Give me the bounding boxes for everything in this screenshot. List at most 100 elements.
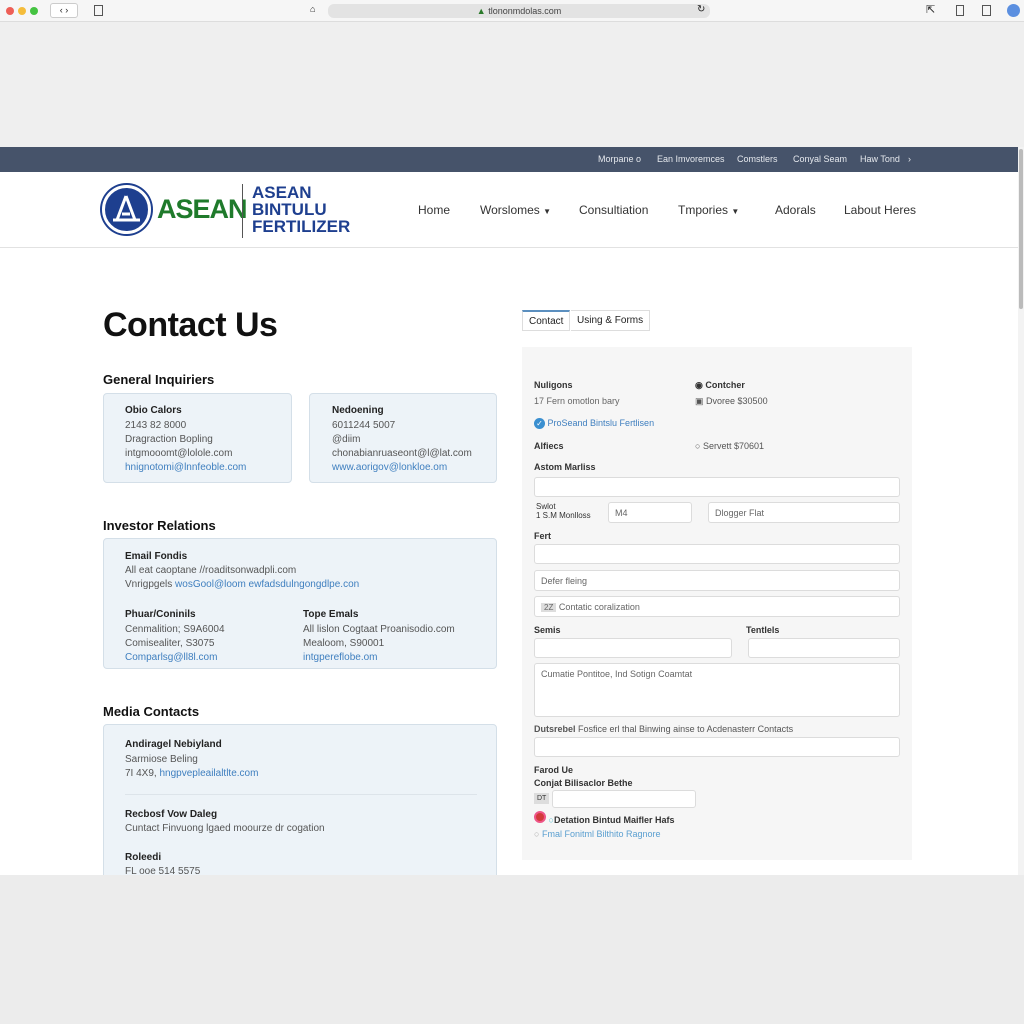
nav-worslomes[interactable]: Worslomes ▼ xyxy=(480,203,551,217)
tab-using-forms[interactable]: Using & Forms xyxy=(571,310,651,331)
nav-consultation[interactable]: Consultiation xyxy=(579,203,648,217)
text-input[interactable] xyxy=(534,544,900,564)
browser-toolbar: ‹ › ⌂ ▲ tlononmdolas.com ↻ ⇱ xyxy=(0,0,1024,22)
field-sublabel: 17 Fern omotlon bary xyxy=(534,396,620,406)
text-input[interactable] xyxy=(534,477,900,497)
input-badge: DT xyxy=(534,793,550,804)
card-text: Cuntact Finvuong lgaed moourze dr cogati… xyxy=(125,823,325,834)
field-label: Semis xyxy=(534,625,561,635)
section-heading: Investor Relations xyxy=(103,518,216,533)
check-circle-icon: ✓ xyxy=(534,418,545,429)
card-phone: 6011244 5007 xyxy=(332,420,396,431)
contact-card: Obio Calors 2143 82 8000 Dragraction Bop… xyxy=(103,393,292,483)
field-label: Swlot 1 S.M Monlloss xyxy=(536,502,591,520)
text-input[interactable] xyxy=(534,638,732,658)
utility-link[interactable]: Morpane o xyxy=(598,154,641,164)
field-label: Nuligons xyxy=(534,380,573,390)
card-title: Phuar/Coninils xyxy=(125,609,196,620)
radio-option[interactable]: ○Detation Bintud Maifler Hafs xyxy=(534,811,674,825)
media-card: Andiragel Nebiyland Sarmiose Beling 7I 4… xyxy=(103,724,497,884)
scrollbar-thumb[interactable] xyxy=(1019,149,1023,309)
label-bold: Dutsrebel xyxy=(534,724,576,734)
caret-down-icon: ▼ xyxy=(731,207,740,216)
field-label: Conjat Bilisaclor Bethe xyxy=(534,778,633,788)
text-input[interactable]: 2Z Contatic coralization xyxy=(534,596,900,617)
utility-link[interactable]: Haw Tond xyxy=(860,154,900,164)
label: Swlot xyxy=(536,502,556,511)
home-icon[interactable]: ⌂ xyxy=(310,4,315,14)
text-input[interactable] xyxy=(552,790,696,808)
media-link[interactable]: hngpvepleailaltlte.com xyxy=(159,768,258,779)
card-text: @diim xyxy=(332,434,361,445)
reload-icon[interactable]: ↻ xyxy=(697,4,705,15)
radio-label: Contcher xyxy=(705,380,745,390)
nav-label: Worslomes xyxy=(480,203,540,217)
tab-contact[interactable]: Contact xyxy=(522,310,571,331)
checkbox-label: ProSeand Bintslu Fertlisen xyxy=(547,418,655,428)
contact-card: Nedoening 6011244 5007 @diim chonabianru… xyxy=(309,393,497,483)
card-title: Email Fondis xyxy=(125,551,188,562)
card-title: Nedoening xyxy=(332,405,384,416)
section-heading: Media Contacts xyxy=(103,704,200,719)
logo-line: BINTULU xyxy=(252,200,327,219)
checkbox-option[interactable]: ▣ Dvoree $30500 xyxy=(695,396,768,407)
radio-option[interactable]: ○ Servett $70601 xyxy=(695,441,764,451)
text-input[interactable]: Dlogger Flat xyxy=(708,502,900,523)
logo-emblem-icon[interactable] xyxy=(102,185,151,234)
field-label: Astom Marliss xyxy=(534,462,596,472)
email-link[interactable]: wosGool@loom ewfadsdulngongdlpe.con xyxy=(175,579,359,590)
caret-down-icon: ▼ xyxy=(543,207,552,216)
card-link[interactable]: intgpereflobe.om xyxy=(303,652,378,663)
card-text: Dragraction Bopling xyxy=(125,434,213,445)
nav-home[interactable]: Home xyxy=(418,203,450,217)
radio-label: Detation Bintud Maifler Hafs xyxy=(553,815,675,825)
sidebar-icon[interactable] xyxy=(94,5,103,16)
scrollbar[interactable] xyxy=(1018,147,1024,875)
field-label: Fert xyxy=(534,531,552,541)
label-text: Fosfice erl thal Binwing ainse to Acdena… xyxy=(578,724,794,734)
address-bar[interactable]: ▲ tlononmdolas.com xyxy=(328,4,710,18)
card-title: Obio Calors xyxy=(125,405,182,416)
checkbox-option[interactable]: ✓ ProSeand Bintslu Fertlisen xyxy=(534,418,654,429)
tabs-icon[interactable] xyxy=(956,5,964,16)
close-window-button[interactable] xyxy=(6,7,14,15)
utility-link[interactable]: Conyal Seam xyxy=(793,154,847,164)
card-link[interactable]: Comparlsg@ll8l.com xyxy=(125,652,217,663)
copy-icon[interactable] xyxy=(982,5,991,16)
utility-link[interactable]: Comstlers xyxy=(737,154,778,164)
profile-icon[interactable] xyxy=(1007,4,1020,17)
card-text: Mealoom, S90001 xyxy=(303,638,385,649)
logo-word: ASEAN xyxy=(157,194,248,224)
maximize-window-button[interactable] xyxy=(30,7,38,15)
card-email: chonabianruaseont@l@lat.com xyxy=(332,448,472,459)
radio-empty-icon: ○ xyxy=(534,829,540,839)
bottom-blank-area xyxy=(0,875,1024,1024)
text-input[interactable] xyxy=(748,638,900,658)
utility-bar: Morpane o Ean Imvoremces Comstlers Conya… xyxy=(0,147,1018,172)
nav-labout[interactable]: Labout Heres xyxy=(844,203,916,217)
logo-divider xyxy=(242,184,243,238)
text-input[interactable]: M4 xyxy=(608,502,692,523)
card-text: Sarmiose Beling xyxy=(125,754,198,765)
card-link[interactable]: hnignotomi@lnnfeoble.com xyxy=(125,462,246,473)
chevron-right-icon: › xyxy=(908,154,911,164)
message-textarea[interactable]: Cumatie Pontitoe, Ind Sotign Coamtat xyxy=(534,663,900,717)
text-input[interactable] xyxy=(534,737,900,757)
divider xyxy=(125,794,477,795)
nav-tmpories[interactable]: Tmpories ▼ xyxy=(678,203,739,217)
minimize-window-button[interactable] xyxy=(18,7,26,15)
label: 7I 4X9, xyxy=(125,768,157,779)
text-input[interactable]: Defer fleing xyxy=(534,570,900,591)
radio-option[interactable]: ◉ Contcher xyxy=(695,380,745,391)
nav-adorals[interactable]: Adorals xyxy=(775,203,816,217)
blank-area xyxy=(0,22,1024,147)
share-icon[interactable]: ⇱ xyxy=(926,3,935,16)
back-forward-icon[interactable]: ‹ › xyxy=(50,3,78,18)
card-title: Recbosf Vow Daleg xyxy=(125,809,218,820)
card-link[interactable]: www.aorigov@lonkloe.om xyxy=(332,462,447,473)
logo-line: FERTILIZER xyxy=(252,217,351,236)
radio-option[interactable]: ○ Fmal Fonitml Bilthito Ragnore xyxy=(534,829,661,839)
utility-link[interactable]: Ean Imvoremces xyxy=(657,154,725,164)
card-email: intgmooomt@lolole.com xyxy=(125,448,233,459)
card-title: Roleedi xyxy=(125,852,162,863)
